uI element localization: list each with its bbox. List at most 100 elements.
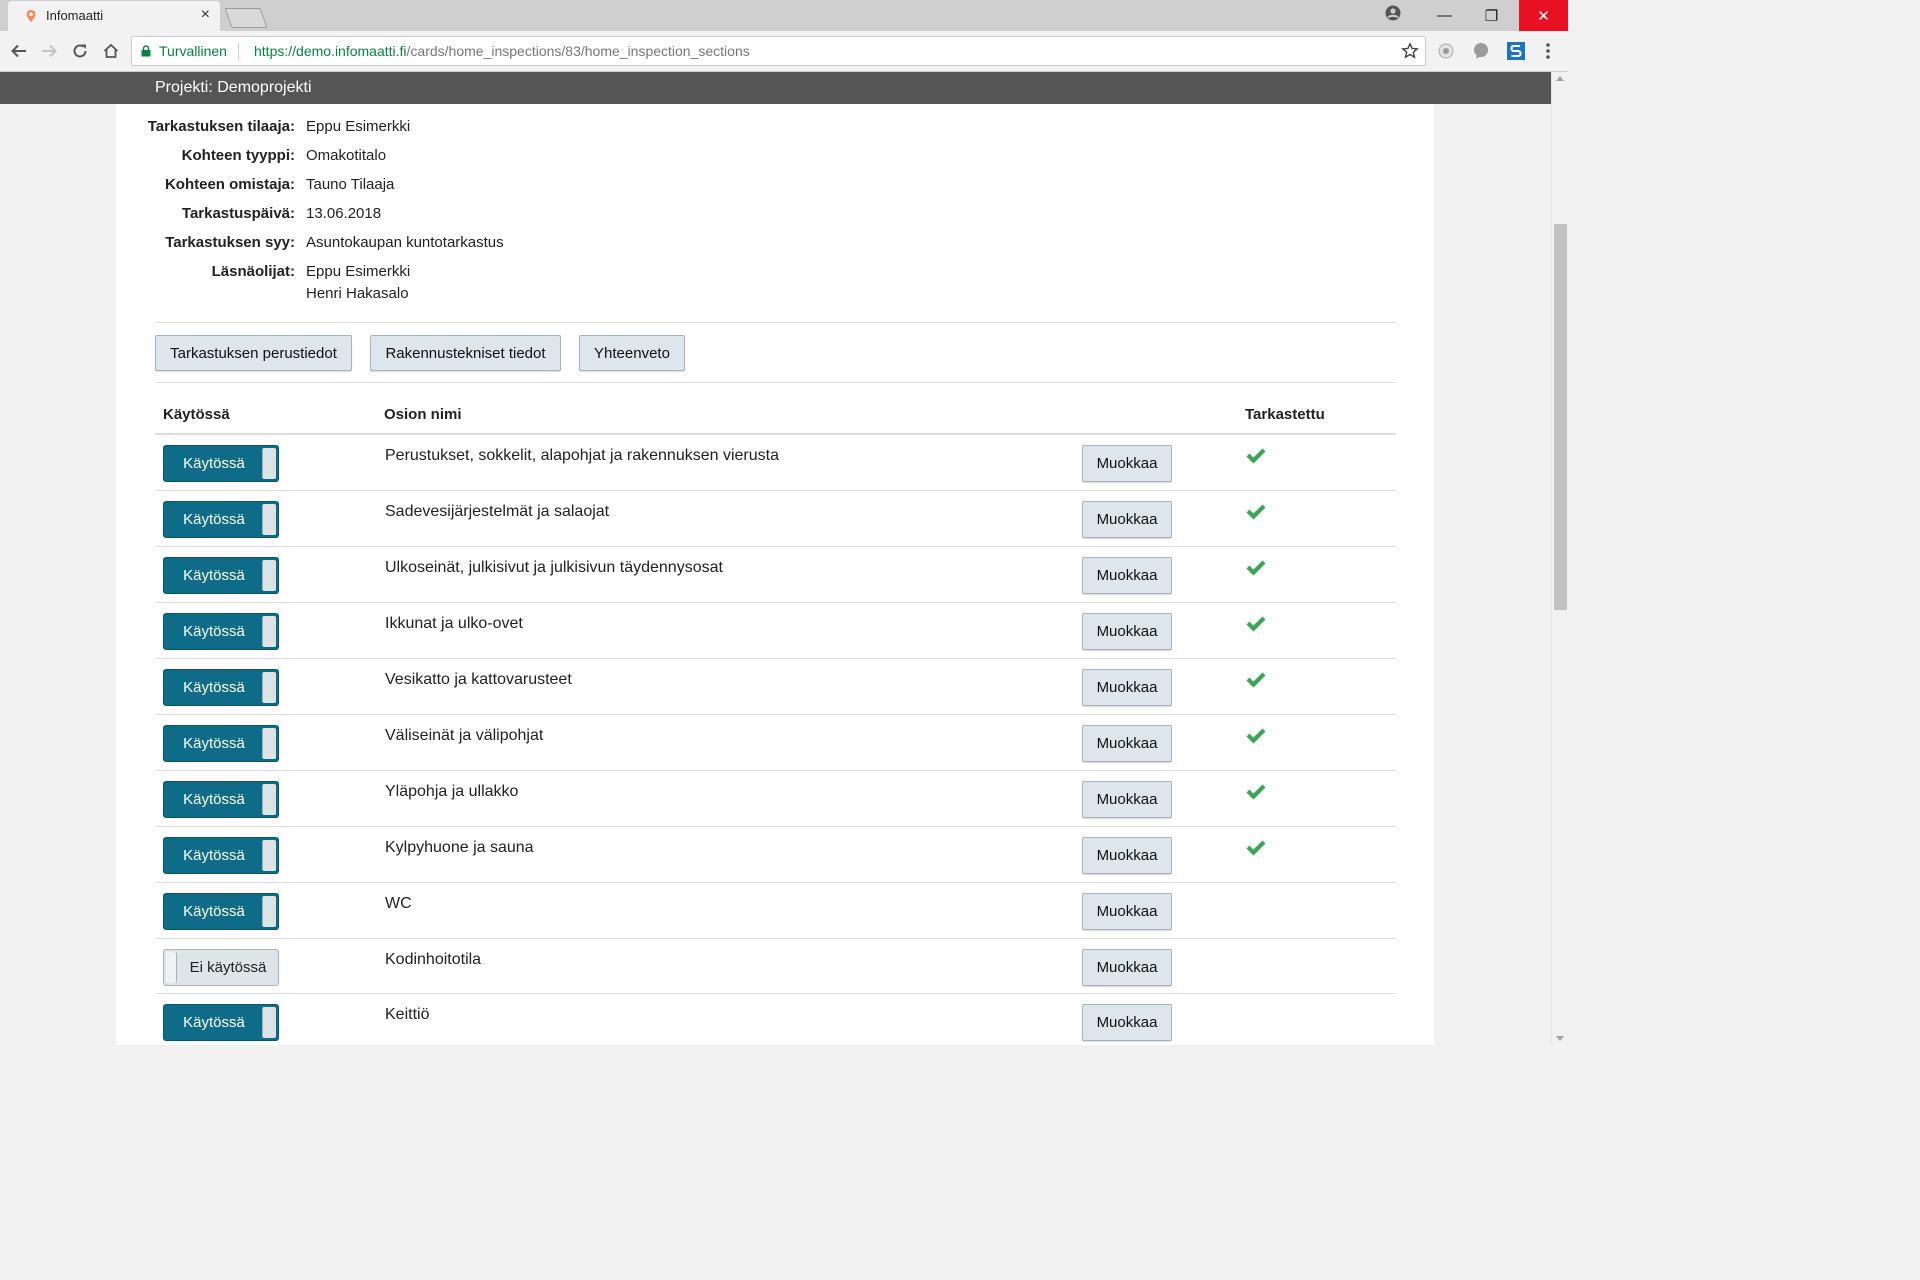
toggle-knob [262, 1007, 276, 1038]
project-bar: Projekti: Demoprojekti [0, 72, 1551, 104]
table-row: Ei käytössä Kodinhoitotila Muokkaa [155, 939, 1396, 994]
enabled-toggle[interactable]: Käytössä [163, 557, 279, 594]
home-button[interactable] [100, 40, 122, 62]
page-viewport: Projekti: Demoprojekti Tarkastuksen tila… [0, 72, 1551, 1045]
divider [155, 382, 1396, 383]
new-tab-button[interactable] [224, 8, 268, 28]
info-value: Eppu Esimerkki [306, 118, 411, 135]
reload-button[interactable] [69, 40, 91, 62]
url-scheme: https:// [254, 43, 297, 59]
edit-button[interactable]: Muokkaa [1082, 893, 1172, 930]
enabled-toggle[interactable]: Käytössä [163, 613, 279, 650]
section-name: Kodinhoitotila [385, 951, 482, 968]
tab-building-info[interactable]: Rakennustekniset tiedot [370, 335, 561, 371]
toggle-knob [262, 896, 276, 927]
tab-close-icon[interactable]: × [201, 7, 210, 23]
info-label: Tarkastuksen tilaaja: [147, 118, 295, 135]
url-text: https://demo.infomaatti.fi/cards/home_in… [254, 43, 750, 59]
info-value: 13.06.2018 [306, 205, 382, 222]
arrow-left-icon [11, 44, 26, 58]
account-icon[interactable] [1385, 5, 1401, 21]
edit-button[interactable]: Muokkaa [1082, 725, 1172, 762]
back-button[interactable] [8, 40, 30, 62]
restore-button[interactable]: ❐ [1468, 0, 1515, 31]
address-bar[interactable]: Turvallinen https://demo.infomaatti.fi/c… [131, 36, 1426, 66]
toggle-label: Käytössä [183, 847, 245, 864]
edit-button[interactable]: Muokkaa [1082, 781, 1172, 818]
scroll-up-arrow-icon[interactable] [1556, 76, 1564, 81]
checkmark-icon [1246, 616, 1266, 632]
enabled-toggle[interactable]: Käytössä [163, 725, 279, 762]
location-pin-icon [26, 10, 36, 22]
section-name: Ulkoseinät, julkisivut ja julkisivun täy… [385, 559, 723, 576]
checkmark-icon [1246, 784, 1266, 800]
enabled-toggle[interactable]: Käytössä [163, 781, 279, 818]
column-header-name: Osion nimi [384, 406, 462, 423]
forward-button[interactable] [38, 40, 60, 62]
extension-chat-icon[interactable] [1471, 41, 1491, 61]
toggle-label: Käytössä [183, 511, 245, 528]
enabled-toggle[interactable]: Ei käytössä [163, 949, 279, 986]
scroll-down-arrow-icon[interactable] [1556, 1036, 1564, 1041]
tab-title: Infomaatti [46, 8, 104, 23]
toggle-knob [262, 672, 276, 703]
bookmark-star-icon[interactable] [1401, 42, 1419, 60]
reload-icon [73, 44, 87, 58]
table-row: Käytössä Ikkunat ja ulko-ovet Muokkaa [155, 603, 1396, 659]
page-scrollbar[interactable] [1551, 72, 1568, 1045]
table-row: Käytössä WC Muokkaa [155, 883, 1396, 939]
extension-globe-icon[interactable] [1436, 41, 1456, 61]
toggle-knob [262, 728, 276, 759]
browser-tab[interactable]: Infomaatti × [8, 1, 220, 31]
enabled-toggle[interactable]: Käytössä [163, 1004, 279, 1041]
toggle-label: Käytössä [183, 1014, 245, 1031]
edit-button[interactable]: Muokkaa [1082, 445, 1172, 482]
toggle-label: Käytössä [183, 679, 245, 696]
edit-button[interactable]: Muokkaa [1082, 613, 1172, 650]
toggle-label: Käytössä [183, 567, 245, 584]
scroll-thumb[interactable] [1554, 224, 1567, 610]
edit-button[interactable]: Muokkaa [1082, 557, 1172, 594]
enabled-toggle[interactable]: Käytössä [163, 445, 279, 482]
info-value: Henri Hakasalo [306, 285, 409, 302]
table-row: Käytössä Kylpyhuone ja sauna Muokkaa [155, 827, 1396, 883]
checkmark-icon [1246, 840, 1266, 856]
checkmark-icon [1246, 504, 1266, 520]
info-label: Tarkastuksen syy: [165, 234, 295, 251]
info-value: Asuntokaupan kuntotarkastus [306, 234, 504, 251]
section-name: Väliseinät ja välipohjat [385, 727, 544, 744]
address-separator [238, 43, 239, 60]
toggle-label: Käytössä [183, 455, 245, 472]
table-row: Käytössä Vesikatto ja kattovarusteet Muokk… [155, 659, 1396, 715]
browser-toolbar: Turvallinen https://demo.infomaatti.fi/c… [0, 31, 1568, 72]
section-name: Sadevesijärjestelmät ja salaojat [385, 503, 610, 520]
table-row: Käytössä Sadevesijärjestelmät ja salaojat… [155, 491, 1396, 547]
window-close-button[interactable]: ✕ [1519, 0, 1568, 31]
edit-button[interactable]: Muokkaa [1082, 501, 1172, 538]
column-header-enabled: Käytössä [163, 406, 230, 423]
enabled-toggle[interactable]: Käytössä [163, 837, 279, 874]
edit-button[interactable]: Muokkaa [1082, 949, 1172, 986]
table-row: Käytössä Ulkoseinät, julkisivut ja julkis… [155, 547, 1396, 603]
extension-s-icon[interactable] [1506, 41, 1526, 61]
section-name: Perustukset, sokkelit, alapohjat ja rake… [385, 447, 779, 464]
edit-button[interactable]: Muokkaa [1082, 1004, 1172, 1041]
info-label: Kohteen tyyppi: [181, 147, 295, 164]
home-icon [103, 43, 119, 58]
checkmark-icon [1246, 672, 1266, 688]
enabled-toggle[interactable]: Käytössä [163, 501, 279, 538]
tab-basic-info[interactable]: Tarkastuksen perustiedot [155, 335, 352, 371]
info-value: Omakotitalo [306, 147, 387, 164]
tab-summary[interactable]: Yhteenveto [579, 335, 685, 371]
enabled-toggle[interactable]: Käytössä [163, 669, 279, 706]
edit-button[interactable]: Muokkaa [1082, 837, 1172, 874]
menu-dots-icon[interactable] [1538, 41, 1558, 61]
arrow-right-icon [42, 44, 57, 58]
enabled-toggle[interactable]: Käytössä [163, 893, 279, 930]
section-name: Yläpohja ja ullakko [385, 783, 519, 800]
toggle-label: Käytössä [183, 735, 245, 752]
minimize-button[interactable]: — [1421, 0, 1468, 31]
section-name: Vesikatto ja kattovarusteet [385, 671, 572, 688]
info-value: Tauno Tilaaja [306, 176, 395, 193]
edit-button[interactable]: Muokkaa [1082, 669, 1172, 706]
